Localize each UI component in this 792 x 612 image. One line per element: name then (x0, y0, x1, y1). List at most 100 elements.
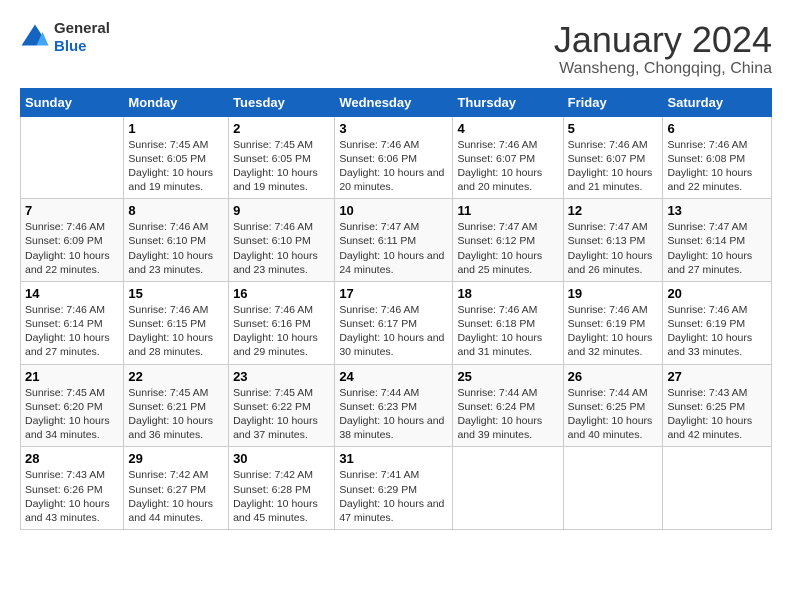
day-cell: 31 Sunrise: 7:41 AMSunset: 6:29 PMDaylig… (335, 447, 453, 530)
day-detail: Sunrise: 7:41 AMSunset: 6:29 PMDaylight:… (339, 468, 448, 525)
week-row-1: 1 Sunrise: 7:45 AMSunset: 6:05 PMDayligh… (21, 116, 772, 199)
calendar-subtitle: Wansheng, Chongqing, China (554, 60, 772, 78)
day-detail: Sunrise: 7:46 AMSunset: 6:19 PMDaylight:… (667, 303, 767, 360)
day-cell (663, 447, 772, 530)
day-number: 31 (339, 451, 448, 466)
day-cell: 16 Sunrise: 7:46 AMSunset: 6:16 PMDaylig… (229, 281, 335, 364)
day-cell: 6 Sunrise: 7:46 AMSunset: 6:08 PMDayligh… (663, 116, 772, 199)
logo: General Blue (20, 20, 110, 56)
day-number: 29 (128, 451, 224, 466)
day-number: 11 (457, 203, 558, 218)
day-cell: 17 Sunrise: 7:46 AMSunset: 6:17 PMDaylig… (335, 281, 453, 364)
header-day-friday: Friday (563, 88, 663, 116)
day-cell: 4 Sunrise: 7:46 AMSunset: 6:07 PMDayligh… (453, 116, 563, 199)
day-cell: 21 Sunrise: 7:45 AMSunset: 6:20 PMDaylig… (21, 364, 124, 447)
day-detail: Sunrise: 7:42 AMSunset: 6:27 PMDaylight:… (128, 468, 224, 525)
day-number: 1 (128, 121, 224, 136)
day-number: 8 (128, 203, 224, 218)
day-cell: 24 Sunrise: 7:44 AMSunset: 6:23 PMDaylig… (335, 364, 453, 447)
day-number: 26 (568, 369, 659, 384)
day-number: 13 (667, 203, 767, 218)
logo-icon (20, 23, 50, 53)
day-cell: 27 Sunrise: 7:43 AMSunset: 6:25 PMDaylig… (663, 364, 772, 447)
day-number: 25 (457, 369, 558, 384)
day-number: 24 (339, 369, 448, 384)
day-number: 3 (339, 121, 448, 136)
day-cell: 15 Sunrise: 7:46 AMSunset: 6:15 PMDaylig… (124, 281, 229, 364)
day-detail: Sunrise: 7:46 AMSunset: 6:10 PMDaylight:… (233, 220, 330, 277)
day-number: 20 (667, 286, 767, 301)
day-detail: Sunrise: 7:45 AMSunset: 6:21 PMDaylight:… (128, 386, 224, 443)
day-number: 14 (25, 286, 119, 301)
day-number: 27 (667, 369, 767, 384)
day-detail: Sunrise: 7:46 AMSunset: 6:09 PMDaylight:… (25, 220, 119, 277)
calendar-table: SundayMondayTuesdayWednesdayThursdayFrid… (20, 88, 772, 530)
day-cell: 7 Sunrise: 7:46 AMSunset: 6:09 PMDayligh… (21, 199, 124, 282)
day-detail: Sunrise: 7:43 AMSunset: 6:26 PMDaylight:… (25, 468, 119, 525)
day-detail: Sunrise: 7:47 AMSunset: 6:14 PMDaylight:… (667, 220, 767, 277)
day-detail: Sunrise: 7:45 AMSunset: 6:05 PMDaylight:… (233, 138, 330, 195)
day-cell: 12 Sunrise: 7:47 AMSunset: 6:13 PMDaylig… (563, 199, 663, 282)
day-cell: 14 Sunrise: 7:46 AMSunset: 6:14 PMDaylig… (21, 281, 124, 364)
calendar-title: January 2024 (554, 20, 772, 60)
day-number: 15 (128, 286, 224, 301)
day-cell: 10 Sunrise: 7:47 AMSunset: 6:11 PMDaylig… (335, 199, 453, 282)
day-cell: 20 Sunrise: 7:46 AMSunset: 6:19 PMDaylig… (663, 281, 772, 364)
day-number: 19 (568, 286, 659, 301)
header-day-thursday: Thursday (453, 88, 563, 116)
day-number: 10 (339, 203, 448, 218)
day-detail: Sunrise: 7:47 AMSunset: 6:13 PMDaylight:… (568, 220, 659, 277)
day-cell: 11 Sunrise: 7:47 AMSunset: 6:12 PMDaylig… (453, 199, 563, 282)
day-detail: Sunrise: 7:47 AMSunset: 6:12 PMDaylight:… (457, 220, 558, 277)
day-detail: Sunrise: 7:46 AMSunset: 6:14 PMDaylight:… (25, 303, 119, 360)
day-detail: Sunrise: 7:46 AMSunset: 6:17 PMDaylight:… (339, 303, 448, 360)
logo-text-general: General (54, 20, 110, 38)
day-cell: 9 Sunrise: 7:46 AMSunset: 6:10 PMDayligh… (229, 199, 335, 282)
title-area: January 2024 Wansheng, Chongqing, China (554, 20, 772, 78)
day-number: 12 (568, 203, 659, 218)
week-row-4: 21 Sunrise: 7:45 AMSunset: 6:20 PMDaylig… (21, 364, 772, 447)
week-row-5: 28 Sunrise: 7:43 AMSunset: 6:26 PMDaylig… (21, 447, 772, 530)
header-day-tuesday: Tuesday (229, 88, 335, 116)
day-cell (453, 447, 563, 530)
day-number: 21 (25, 369, 119, 384)
day-detail: Sunrise: 7:44 AMSunset: 6:25 PMDaylight:… (568, 386, 659, 443)
day-number: 16 (233, 286, 330, 301)
day-detail: Sunrise: 7:46 AMSunset: 6:18 PMDaylight:… (457, 303, 558, 360)
header-day-wednesday: Wednesday (335, 88, 453, 116)
header-day-monday: Monday (124, 88, 229, 116)
day-number: 18 (457, 286, 558, 301)
day-cell: 5 Sunrise: 7:46 AMSunset: 6:07 PMDayligh… (563, 116, 663, 199)
day-detail: Sunrise: 7:46 AMSunset: 6:07 PMDaylight:… (568, 138, 659, 195)
day-detail: Sunrise: 7:44 AMSunset: 6:23 PMDaylight:… (339, 386, 448, 443)
day-cell: 23 Sunrise: 7:45 AMSunset: 6:22 PMDaylig… (229, 364, 335, 447)
day-detail: Sunrise: 7:46 AMSunset: 6:06 PMDaylight:… (339, 138, 448, 195)
day-number: 17 (339, 286, 448, 301)
day-number: 5 (568, 121, 659, 136)
day-cell: 8 Sunrise: 7:46 AMSunset: 6:10 PMDayligh… (124, 199, 229, 282)
day-detail: Sunrise: 7:46 AMSunset: 6:19 PMDaylight:… (568, 303, 659, 360)
week-row-3: 14 Sunrise: 7:46 AMSunset: 6:14 PMDaylig… (21, 281, 772, 364)
week-row-2: 7 Sunrise: 7:46 AMSunset: 6:09 PMDayligh… (21, 199, 772, 282)
day-cell: 2 Sunrise: 7:45 AMSunset: 6:05 PMDayligh… (229, 116, 335, 199)
day-cell: 30 Sunrise: 7:42 AMSunset: 6:28 PMDaylig… (229, 447, 335, 530)
day-detail: Sunrise: 7:45 AMSunset: 6:05 PMDaylight:… (128, 138, 224, 195)
day-cell: 25 Sunrise: 7:44 AMSunset: 6:24 PMDaylig… (453, 364, 563, 447)
day-cell: 3 Sunrise: 7:46 AMSunset: 6:06 PMDayligh… (335, 116, 453, 199)
day-detail: Sunrise: 7:43 AMSunset: 6:25 PMDaylight:… (667, 386, 767, 443)
day-cell (563, 447, 663, 530)
day-number: 28 (25, 451, 119, 466)
day-number: 7 (25, 203, 119, 218)
day-cell: 1 Sunrise: 7:45 AMSunset: 6:05 PMDayligh… (124, 116, 229, 199)
day-cell (21, 116, 124, 199)
day-number: 4 (457, 121, 558, 136)
day-detail: Sunrise: 7:45 AMSunset: 6:20 PMDaylight:… (25, 386, 119, 443)
day-number: 2 (233, 121, 330, 136)
day-detail: Sunrise: 7:46 AMSunset: 6:08 PMDaylight:… (667, 138, 767, 195)
day-cell: 19 Sunrise: 7:46 AMSunset: 6:19 PMDaylig… (563, 281, 663, 364)
day-number: 9 (233, 203, 330, 218)
calendar-header-row: SundayMondayTuesdayWednesdayThursdayFrid… (21, 88, 772, 116)
header: General Blue January 2024 Wansheng, Chon… (20, 20, 772, 78)
day-detail: Sunrise: 7:46 AMSunset: 6:15 PMDaylight:… (128, 303, 224, 360)
day-detail: Sunrise: 7:42 AMSunset: 6:28 PMDaylight:… (233, 468, 330, 525)
